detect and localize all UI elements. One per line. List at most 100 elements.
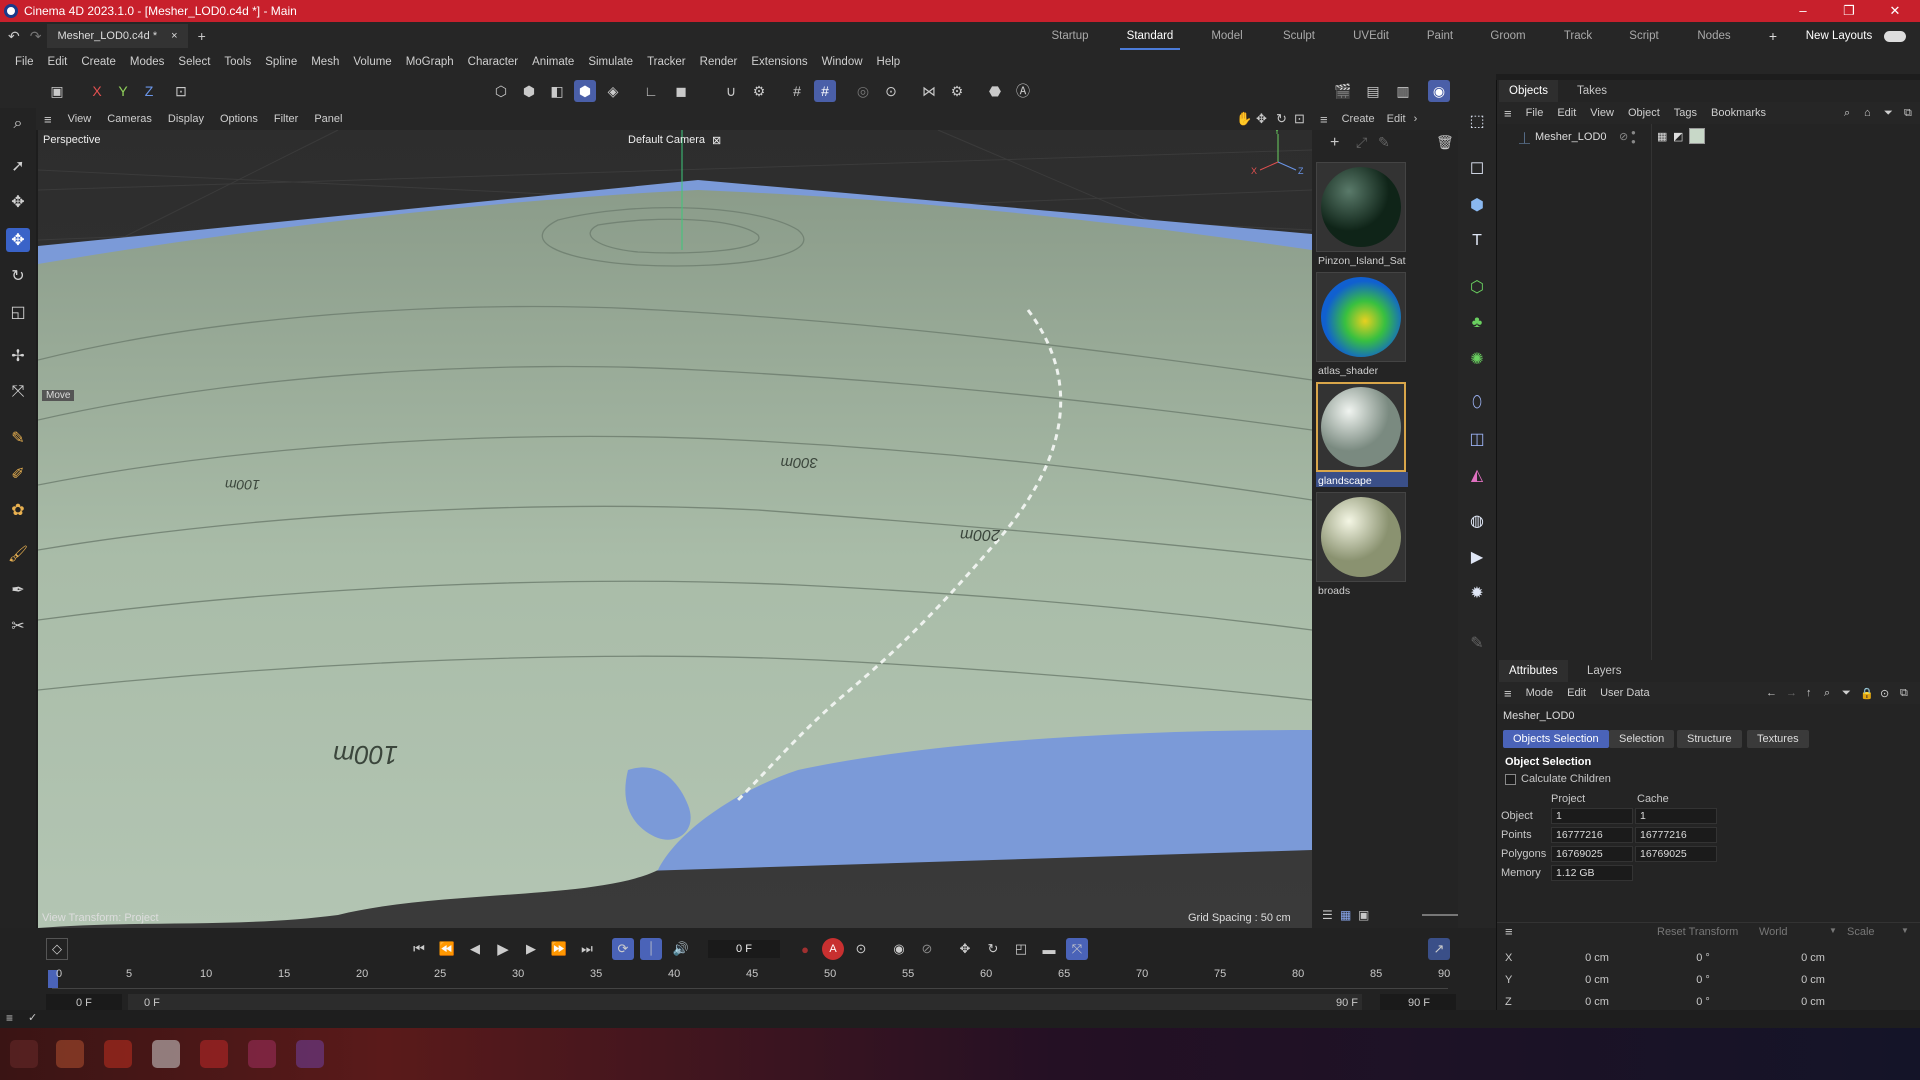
placement-tool-icon[interactable]: ⤧: [6, 380, 30, 404]
layout-tab-paint[interactable]: Paint: [1412, 22, 1468, 50]
play-icon[interactable]: ▶: [492, 938, 514, 960]
camera-icon[interactable]: ⊠: [712, 134, 721, 147]
attributes-menu-edit[interactable]: Edit: [1560, 687, 1593, 699]
cloner-icon[interactable]: ♣: [1464, 310, 1490, 336]
scale-y-field[interactable]: 0 cm: [1783, 974, 1843, 986]
mograph-icon[interactable]: ◭: [1464, 462, 1490, 488]
list-view-icon[interactable]: ☰: [1322, 908, 1333, 922]
menu-edit[interactable]: Edit: [41, 56, 75, 68]
subtab-selection[interactable]: Selection: [1609, 730, 1675, 748]
close-button[interactable]: ✕: [1872, 0, 1918, 22]
render-visibility-icon[interactable]: ● ●: [1631, 128, 1636, 146]
pan-view-icon[interactable]: ✋: [1236, 111, 1252, 127]
status-menu-icon[interactable]: ≡: [6, 1011, 13, 1025]
taskbar-app-icon[interactable]: [104, 1040, 132, 1068]
rotate-tool-icon[interactable]: ↻: [6, 264, 30, 288]
object-row[interactable]: ⏊ Mesher_LOD0 ⊘ ● ● ▦ ◩: [1497, 128, 1920, 146]
subtab-structure[interactable]: Structure: [1677, 730, 1742, 748]
points-mode-icon[interactable]: ⬡: [490, 80, 512, 102]
brush-mode-icon[interactable]: ⬣: [984, 80, 1006, 102]
scale-x-field[interactable]: 0 cm: [1783, 952, 1843, 964]
edit-render-settings-icon[interactable]: ▥: [1392, 80, 1414, 102]
key-scale-icon[interactable]: ✥: [954, 938, 976, 960]
light-object-icon[interactable]: ✹: [1464, 580, 1490, 606]
sculpt-brush-icon[interactable]: ✒: [6, 578, 30, 602]
go-to-end-icon[interactable]: ⏭: [576, 938, 598, 960]
up-arrow-icon[interactable]: ↑: [1799, 687, 1819, 699]
interactive-render-icon[interactable]: ◉: [1428, 80, 1450, 102]
render-to-picture-viewer-icon[interactable]: ▤: [1362, 80, 1384, 102]
uv-mode-icon[interactable]: ◈: [602, 80, 624, 102]
objects-menu-view[interactable]: View: [1583, 107, 1621, 119]
grid-snap-icon[interactable]: #: [786, 80, 808, 102]
material-swatch[interactable]: Pinzon_Island_Sat: [1316, 162, 1408, 267]
material-menu-icon[interactable]: ≡: [1312, 112, 1336, 127]
coordinates-menu-icon[interactable]: ≡: [1505, 924, 1513, 939]
edit-material-icon[interactable]: ✎: [1378, 134, 1390, 151]
snap-magnet-icon[interactable]: ∪: [720, 80, 742, 102]
rotate-view-icon[interactable]: ↻: [1276, 111, 1287, 127]
material-menu-create[interactable]: Create: [1336, 113, 1381, 125]
previous-key-icon[interactable]: ⏪: [436, 938, 458, 960]
attributes-menu-mode[interactable]: Mode: [1519, 687, 1561, 699]
layout-tab-groom[interactable]: Groom: [1480, 22, 1536, 50]
material-swatch[interactable]: glandscape: [1316, 382, 1408, 487]
lock-y-axis-button[interactable]: Y: [112, 80, 134, 102]
material-tag-icon[interactable]: [1689, 128, 1705, 144]
menu-tools[interactable]: Tools: [217, 56, 258, 68]
delete-material-icon[interactable]: 🗑: [1436, 134, 1454, 151]
objects-menu-edit[interactable]: Edit: [1550, 107, 1583, 119]
taskbar-app-icon[interactable]: [200, 1040, 228, 1068]
symmetry-settings-icon[interactable]: ⚙: [946, 80, 968, 102]
new-layouts-button[interactable]: New Layouts: [1804, 22, 1874, 50]
search-objects-icon[interactable]: ⌕: [1837, 107, 1857, 120]
objects-menu-tags[interactable]: Tags: [1667, 107, 1704, 119]
tab-layers[interactable]: Layers: [1577, 660, 1632, 682]
go-to-start-icon[interactable]: ⏮: [408, 938, 430, 960]
document-tab-close-icon[interactable]: ×: [171, 30, 177, 42]
menu-spline[interactable]: Spline: [258, 56, 304, 68]
menu-simulate[interactable]: Simulate: [581, 56, 640, 68]
add-material-icon[interactable]: +: [1330, 134, 1339, 152]
grid-view-icon[interactable]: ▦: [1340, 908, 1351, 922]
menu-create[interactable]: Create: [74, 56, 123, 68]
taskbar-app-icon[interactable]: [248, 1040, 276, 1068]
objects-menu-icon[interactable]: ≡: [1497, 106, 1519, 121]
tab-takes[interactable]: Takes: [1567, 80, 1617, 102]
layout-toggle[interactable]: [1884, 31, 1906, 42]
rotation-x-field[interactable]: 0 °: [1673, 952, 1733, 964]
viewport-solo-icon[interactable]: ▣: [46, 80, 68, 102]
large-view-icon[interactable]: ▣: [1358, 908, 1369, 922]
viewport-projection-label[interactable]: Perspective: [43, 134, 100, 146]
tab-objects[interactable]: Objects: [1499, 80, 1558, 102]
attributes-menu-userdata[interactable]: User Data: [1593, 687, 1657, 699]
render-settings-icon[interactable]: ⊙: [880, 80, 902, 102]
render-region-icon[interactable]: ◎: [852, 80, 874, 102]
status-check-icon[interactable]: ✓: [28, 1011, 37, 1024]
environment-icon[interactable]: ◍: [1464, 508, 1490, 534]
new-attributes-window-icon[interactable]: ⧉: [1893, 687, 1915, 700]
3d-viewport[interactable]: 100m 200m 300m 100m Y X Z Perspective De…: [38, 130, 1312, 928]
maximize-view-icon[interactable]: ⊡: [1294, 111, 1305, 127]
taskbar-app-icon[interactable]: [10, 1040, 38, 1068]
axis-mode-icon[interactable]: ∟: [640, 80, 662, 102]
sound-icon[interactable]: 🔊: [670, 938, 692, 960]
layout-tab-track[interactable]: Track: [1550, 22, 1606, 50]
add-document-icon[interactable]: +: [198, 28, 206, 44]
move-tool-icon[interactable]: ✥: [6, 228, 30, 252]
search-icon[interactable]: ⌕: [6, 112, 30, 136]
key-pla-icon[interactable]: ◰: [1010, 938, 1032, 960]
menu-window[interactable]: Window: [815, 56, 870, 68]
edit-visibility-icon[interactable]: ⊘: [1619, 130, 1628, 143]
effector-icon[interactable]: ✺: [1464, 346, 1490, 372]
previous-frame-icon[interactable]: ◀: [464, 938, 486, 960]
viewport-menu-panel[interactable]: Panel: [306, 113, 350, 125]
cube-primitive-icon[interactable]: ⬢: [1464, 192, 1490, 218]
spline-pen-icon[interactable]: ✎: [6, 426, 30, 450]
home-icon[interactable]: ⌂: [1857, 107, 1878, 119]
symmetry-icon[interactable]: ⋈: [918, 80, 940, 102]
coordinate-mode-dropdown[interactable]: Scale: [1847, 926, 1875, 938]
subtab-textures[interactable]: Textures: [1747, 730, 1809, 748]
snap-settings-icon[interactable]: ⚙: [748, 80, 770, 102]
layout-tab-nodes[interactable]: Nodes: [1686, 22, 1742, 50]
